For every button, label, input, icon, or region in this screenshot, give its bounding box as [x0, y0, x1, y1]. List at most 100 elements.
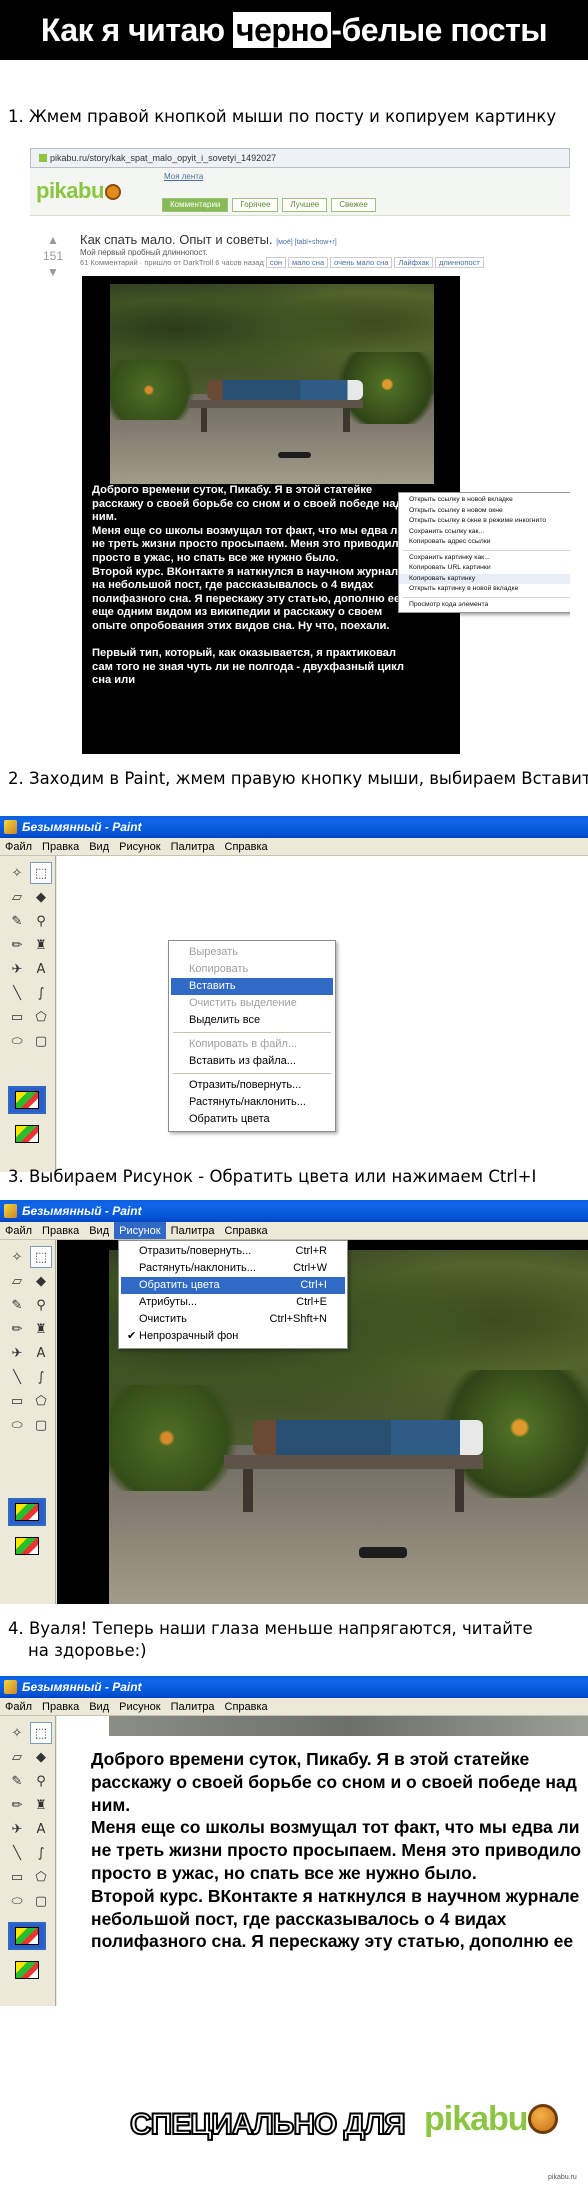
polygon-icon[interactable]: ⬠: [30, 1006, 52, 1028]
ctx-open-link-incognito[interactable]: Открыть ссылку в окне в режиме инкогнито: [399, 516, 570, 527]
rounded-rect-icon[interactable]: ▢: [30, 1030, 52, 1052]
menu-palette[interactable]: Палитра: [166, 1222, 220, 1239]
rounded-rect-icon[interactable]: ▢: [30, 1414, 52, 1436]
polygon-icon[interactable]: ⬠: [30, 1866, 52, 1888]
menu-file[interactable]: Файл: [0, 838, 37, 855]
site-logo[interactable]: pikabu: [36, 178, 121, 204]
post-tag[interactable]: очень мало сна: [330, 257, 393, 268]
menu-item-clear-selection[interactable]: Очистить выделение: [171, 995, 333, 1012]
tab-best[interactable]: Лучшее: [282, 198, 328, 212]
menu-image[interactable]: Рисунок: [114, 1698, 166, 1715]
menu-palette[interactable]: Палитра: [166, 1698, 220, 1715]
text-icon[interactable]: A: [30, 1342, 52, 1364]
menu-help[interactable]: Справка: [220, 838, 273, 855]
transparent-mode-icon[interactable]: [8, 1956, 46, 1984]
airbrush-icon[interactable]: ✈: [6, 1342, 28, 1364]
rectangle-icon[interactable]: ▭: [6, 1866, 28, 1888]
ctx-inspect-element[interactable]: Просмотр кода элемента: [399, 600, 570, 611]
rounded-rect-icon[interactable]: ▢: [30, 1890, 52, 1912]
menu-item-clear-image[interactable]: Очистить Ctrl+Shft+N: [121, 1311, 345, 1328]
menu-edit[interactable]: Правка: [37, 1222, 84, 1239]
menu-edit[interactable]: Правка: [37, 838, 84, 855]
brush-icon[interactable]: ♜: [30, 934, 52, 956]
paint-canvas[interactable]: Доброго времени суток, Пикабу. Я в этой …: [57, 1716, 588, 2006]
eraser-icon[interactable]: ▱: [6, 886, 28, 908]
menu-image[interactable]: Рисунок: [114, 838, 166, 855]
menu-view[interactable]: Вид: [84, 1222, 114, 1239]
ctx-copy-image-url[interactable]: Копировать URL картинки: [399, 563, 570, 574]
address-bar[interactable]: pikabu.ru/story/kak_spat_malo_opyit_i_so…: [30, 148, 570, 168]
menu-item-cut[interactable]: Вырезать: [171, 944, 333, 961]
transparent-mode-icon[interactable]: [8, 1532, 46, 1560]
menu-help[interactable]: Справка: [220, 1222, 273, 1239]
post-tag[interactable]: длиннопост: [435, 257, 484, 268]
opaque-mode-icon[interactable]: [8, 1922, 46, 1950]
menu-item-flip-rotate[interactable]: Отразить/повернуть... Ctrl+R: [121, 1243, 345, 1260]
eraser-icon[interactable]: ▱: [6, 1270, 28, 1292]
menu-view[interactable]: Вид: [84, 1698, 114, 1715]
ellipse-icon[interactable]: ⬭: [6, 1030, 28, 1052]
eraser-icon[interactable]: ▱: [6, 1746, 28, 1768]
rect-select-icon[interactable]: ⬚: [30, 1246, 52, 1268]
free-select-icon[interactable]: ✧: [6, 1722, 28, 1744]
menu-file[interactable]: Файл: [0, 1698, 37, 1715]
pencil-icon[interactable]: ✏: [6, 934, 28, 956]
post-tag[interactable]: сон: [265, 257, 287, 268]
ctx-open-image-new-tab[interactable]: Открыть картинку в новой вкладке: [399, 584, 570, 595]
menu-item-opaque-background[interactable]: ✔ Непрозрачный фон: [121, 1328, 345, 1345]
curve-icon[interactable]: ∫: [30, 982, 52, 1004]
tab-hot[interactable]: Горячее: [232, 198, 279, 212]
line-icon[interactable]: ╲: [6, 982, 28, 1004]
menu-item-copy[interactable]: Копировать: [171, 961, 333, 978]
fill-icon[interactable]: ◆: [30, 1746, 52, 1768]
magnifier-icon[interactable]: ⚲: [30, 1770, 52, 1792]
menu-item-stretch-skew[interactable]: Растянуть/наклонить... Ctrl+W: [121, 1260, 345, 1277]
post-tag[interactable]: Лайфхак: [394, 257, 434, 268]
brush-icon[interactable]: ♜: [30, 1318, 52, 1340]
ctx-copy-image[interactable]: Копировать картинку: [399, 573, 570, 584]
magnifier-icon[interactable]: ⚲: [30, 910, 52, 932]
ellipse-icon[interactable]: ⬭: [6, 1414, 28, 1436]
tab-new[interactable]: Свежее: [331, 198, 376, 212]
rect-select-icon[interactable]: ⬚: [30, 1722, 52, 1744]
menu-edit[interactable]: Правка: [37, 1698, 84, 1715]
curve-icon[interactable]: ∫: [30, 1842, 52, 1864]
my-tape-link[interactable]: Моя лента: [164, 172, 203, 181]
upvote-icon[interactable]: ▲: [38, 232, 68, 248]
ellipse-icon[interactable]: ⬭: [6, 1890, 28, 1912]
menu-item-paste-from-file[interactable]: Вставить из файла...: [171, 1053, 333, 1070]
menu-image[interactable]: Рисунок: [114, 1222, 166, 1239]
color-picker-icon[interactable]: ✎: [6, 910, 28, 932]
ctx-open-link-new-tab[interactable]: Открыть ссылку в новой вкладке: [399, 495, 570, 506]
menu-item-attributes[interactable]: Атрибуты... Ctrl+E: [121, 1294, 345, 1311]
pencil-icon[interactable]: ✏: [6, 1794, 28, 1816]
menu-file[interactable]: Файл: [0, 1222, 37, 1239]
magnifier-icon[interactable]: ⚲: [30, 1294, 52, 1316]
fill-icon[interactable]: ◆: [30, 1270, 52, 1292]
text-icon[interactable]: A: [30, 1818, 52, 1840]
rectangle-icon[interactable]: ▭: [6, 1390, 28, 1412]
rectangle-icon[interactable]: ▭: [6, 1006, 28, 1028]
tab-comments[interactable]: Комментарии: [162, 198, 229, 212]
line-icon[interactable]: ╲: [6, 1366, 28, 1388]
menu-help[interactable]: Справка: [220, 1698, 273, 1715]
menu-item-flip-rotate[interactable]: Отразить/повернуть...: [171, 1077, 333, 1094]
text-icon[interactable]: A: [30, 958, 52, 980]
fill-icon[interactable]: ◆: [30, 886, 52, 908]
menu-item-paste[interactable]: Вставить: [171, 978, 333, 995]
ctx-open-link-new-window[interactable]: Открыть ссылку в новом окне: [399, 506, 570, 517]
opaque-mode-icon[interactable]: [8, 1498, 46, 1526]
airbrush-icon[interactable]: ✈: [6, 1818, 28, 1840]
airbrush-icon[interactable]: ✈: [6, 958, 28, 980]
free-select-icon[interactable]: ✧: [6, 862, 28, 884]
post-title[interactable]: Как спать мало. Опыт и советы. [моё] [ta…: [80, 232, 337, 247]
menu-item-select-all[interactable]: Выделить все: [171, 1012, 333, 1029]
menu-item-invert-colors[interactable]: Обратить цвета: [171, 1111, 333, 1128]
color-picker-icon[interactable]: ✎: [6, 1770, 28, 1792]
polygon-icon[interactable]: ⬠: [30, 1390, 52, 1412]
post-tag[interactable]: мало сна: [288, 257, 329, 268]
color-picker-icon[interactable]: ✎: [6, 1294, 28, 1316]
menu-item-invert-colors[interactable]: Обратить цвета Ctrl+I: [121, 1277, 345, 1294]
line-icon[interactable]: ╲: [6, 1842, 28, 1864]
rect-select-icon[interactable]: ⬚: [30, 862, 52, 884]
